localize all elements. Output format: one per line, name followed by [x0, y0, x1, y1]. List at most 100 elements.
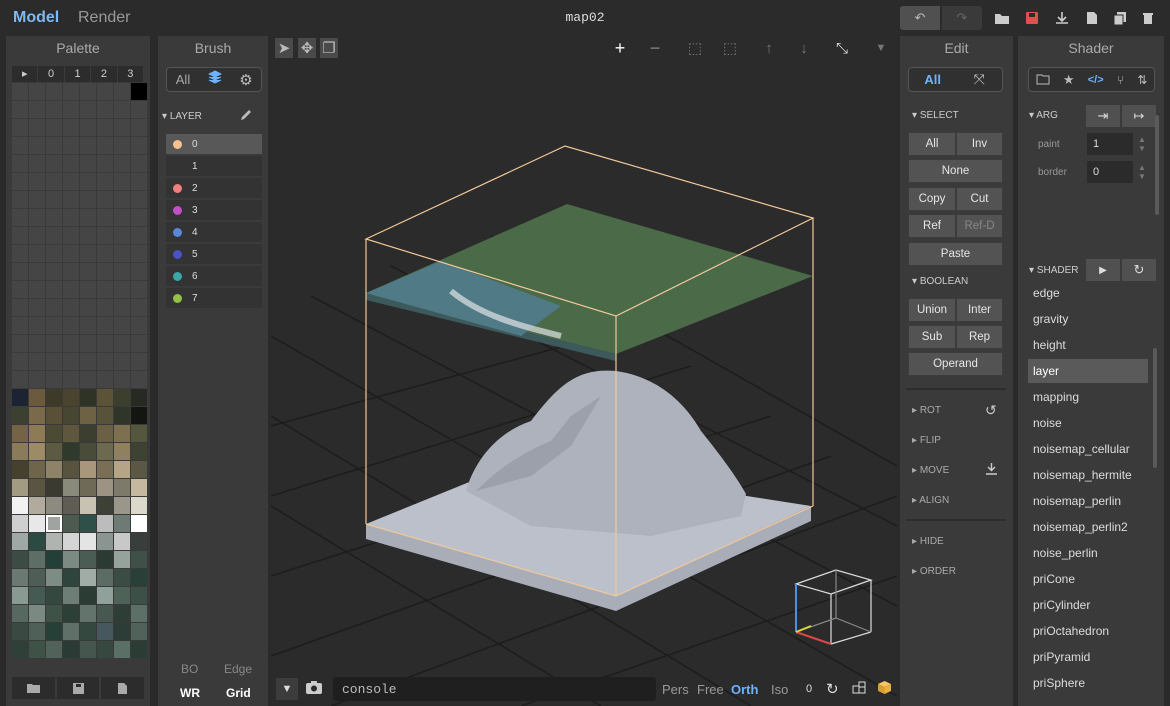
palette-swatch[interactable] — [131, 263, 147, 280]
fit-view-button[interactable]: ⤡ — [828, 38, 856, 58]
palette-swatch[interactable] — [46, 245, 62, 262]
palette-swatch[interactable] — [131, 191, 147, 208]
expand-button[interactable]: ⬚ — [680, 38, 710, 58]
palette-swatch[interactable] — [63, 263, 79, 280]
palette-swatch[interactable] — [131, 533, 147, 550]
palette-swatch[interactable] — [114, 371, 130, 388]
palette-swatch[interactable] — [12, 317, 28, 334]
palette-swatch[interactable] — [80, 389, 96, 406]
palette-swatch[interactable] — [12, 389, 28, 406]
shader-item[interactable]: priPyramid — [1028, 645, 1148, 669]
palette-swatch-selected[interactable] — [46, 515, 62, 532]
palette-swatch[interactable] — [29, 497, 45, 514]
palette-swatch[interactable] — [97, 551, 113, 568]
palette-swatch[interactable] — [131, 209, 147, 226]
palette-swatch[interactable] — [12, 605, 28, 622]
palette-swatch[interactable] — [97, 263, 113, 280]
palette-swatch[interactable] — [97, 317, 113, 334]
palette-swatch[interactable] — [80, 425, 96, 442]
import-args-button[interactable]: ⇥ — [1086, 105, 1120, 127]
hide-section[interactable]: ▸ HIDE — [912, 536, 944, 547]
palette-swatch[interactable] — [46, 497, 62, 514]
palette-swatch[interactable] — [63, 317, 79, 334]
palette-swatch[interactable] — [131, 137, 147, 154]
palette-swatch[interactable] — [97, 623, 113, 640]
palette-save-button[interactable] — [56, 677, 100, 699]
shader-item[interactable]: mapping — [1028, 385, 1148, 409]
palette-swatch[interactable] — [131, 407, 147, 424]
bo-toggle[interactable]: BO — [181, 662, 198, 676]
palette-swatch[interactable] — [97, 227, 113, 244]
palette-swatch[interactable] — [114, 353, 130, 370]
palette-swatch[interactable] — [46, 479, 62, 496]
palette-swatch[interactable] — [97, 407, 113, 424]
duplicate-button[interactable] — [1110, 6, 1130, 30]
star-icon[interactable]: ★ — [1063, 72, 1075, 88]
palette-swatch[interactable] — [29, 533, 45, 550]
palette-swatch[interactable] — [12, 515, 28, 532]
palette-swatch[interactable] — [12, 299, 28, 316]
sort-icon[interactable]: ⇅ — [1137, 73, 1147, 87]
layer-row[interactable]: 5 — [166, 244, 262, 264]
palette-swatch[interactable] — [29, 209, 45, 226]
palette-swatch[interactable] — [63, 569, 79, 586]
shader-item[interactable]: height — [1028, 333, 1148, 357]
palette-tab-1[interactable]: 1 — [64, 66, 91, 82]
palette-swatch[interactable] — [114, 605, 130, 622]
palette-swatch[interactable] — [12, 479, 28, 496]
palette-swatch[interactable] — [46, 443, 62, 460]
palette-swatch[interactable] — [97, 569, 113, 586]
palette-swatch[interactable] — [46, 623, 62, 640]
sub-button[interactable]: Sub — [908, 325, 956, 349]
palette-swatch[interactable] — [80, 317, 96, 334]
palette-swatch[interactable] — [80, 173, 96, 190]
palette-swatch[interactable] — [12, 569, 28, 586]
palette-swatch[interactable] — [80, 209, 96, 226]
palette-swatch[interactable] — [29, 137, 45, 154]
palette-swatch[interactable] — [80, 569, 96, 586]
palette-swatch[interactable] — [12, 335, 28, 352]
palette-swatch[interactable] — [63, 461, 79, 478]
palette-swatch[interactable] — [114, 335, 130, 352]
palette-swatch[interactable] — [29, 245, 45, 262]
palette-swatch[interactable] — [12, 461, 28, 478]
palette-swatch[interactable] — [131, 245, 147, 262]
palette-swatch[interactable] — [114, 209, 130, 226]
palette-swatch[interactable] — [114, 443, 130, 460]
palette-swatch[interactable] — [114, 497, 130, 514]
palette-swatch[interactable] — [97, 281, 113, 298]
palette-swatch[interactable] — [63, 587, 79, 604]
view-orth[interactable]: Orth — [731, 682, 758, 697]
palette-swatch[interactable] — [97, 209, 113, 226]
shader-item[interactable]: edge — [1028, 281, 1148, 305]
palette-swatch[interactable] — [29, 317, 45, 334]
paste-button[interactable]: Paste — [908, 242, 1003, 266]
palette-swatch[interactable] — [97, 497, 113, 514]
palette-swatch[interactable] — [97, 191, 113, 208]
palette-swatch[interactable] — [63, 209, 79, 226]
palette-swatch[interactable] — [80, 407, 96, 424]
palette-swatch[interactable] — [63, 371, 79, 388]
shrink-button[interactable]: ⬚ — [715, 38, 745, 58]
operand-button[interactable]: Operand — [908, 352, 1003, 376]
palette-swatch[interactable] — [131, 569, 147, 586]
border-stepper[interactable]: ▲ ▼ — [1138, 163, 1146, 181]
palette-swatch[interactable] — [131, 605, 147, 622]
order-section[interactable]: ▸ ORDER — [912, 566, 956, 577]
palette-swatch[interactable] — [46, 569, 62, 586]
palette-swatch[interactable] — [29, 479, 45, 496]
palette-swatch[interactable] — [12, 587, 28, 604]
rotate-icon[interactable]: ↺ — [985, 402, 997, 419]
palette-swatch[interactable] — [63, 623, 79, 640]
layer-row[interactable]: 4 — [166, 222, 262, 242]
palette-swatch[interactable] — [46, 281, 62, 298]
palette-swatch[interactable] — [80, 227, 96, 244]
palette-tab-play[interactable]: ▸ — [12, 66, 38, 82]
layer-row[interactable]: 1 — [166, 156, 262, 176]
palette-swatch[interactable] — [114, 461, 130, 478]
palette-swatch[interactable] — [46, 101, 62, 118]
copy-tool-button[interactable]: ❐ — [320, 38, 338, 58]
palette-swatch[interactable] — [131, 551, 147, 568]
palette-swatch[interactable] — [114, 83, 130, 100]
palette-swatch[interactable] — [29, 587, 45, 604]
